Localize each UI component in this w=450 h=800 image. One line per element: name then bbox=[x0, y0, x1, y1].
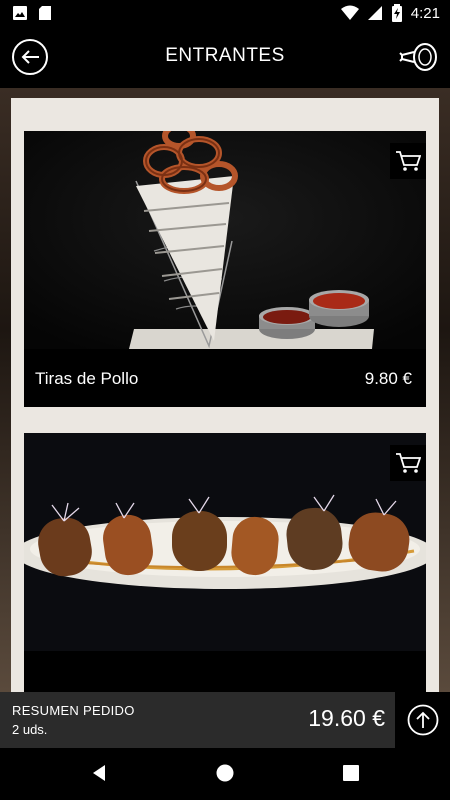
home-circle-icon[interactable] bbox=[216, 764, 234, 782]
product-name: Tiras de Pollo bbox=[35, 369, 139, 388]
system-nav-bar bbox=[0, 748, 450, 800]
product-caption bbox=[24, 651, 426, 692]
order-units: 2 uds. bbox=[12, 722, 48, 737]
shopping-cart-icon bbox=[396, 453, 421, 473]
add-to-cart-button[interactable] bbox=[390, 143, 426, 179]
expand-summary-button[interactable] bbox=[395, 692, 450, 748]
ham-leg-icon bbox=[399, 43, 437, 71]
product-list-area[interactable]: Tiras de Pollo 9.80 € bbox=[0, 88, 450, 692]
sd-card-icon bbox=[39, 6, 51, 20]
product-price: 9.80 € bbox=[364, 369, 412, 388]
recents-square-icon[interactable] bbox=[342, 764, 360, 782]
product-caption: Tiras de Pollo 9.80 € bbox=[24, 349, 426, 407]
back-triangle-icon[interactable] bbox=[90, 764, 108, 782]
image-notification-icon bbox=[13, 6, 27, 20]
croquettes-platter-photo bbox=[24, 433, 426, 651]
add-to-cart-button[interactable] bbox=[390, 445, 426, 481]
onion-rings-cone-photo bbox=[24, 131, 426, 349]
arrow-up-circle-icon bbox=[407, 704, 438, 736]
product-card[interactable] bbox=[24, 433, 426, 692]
product-card[interactable]: Tiras de Pollo 9.80 € bbox=[24, 131, 426, 407]
battery-icon bbox=[391, 4, 402, 22]
shopping-cart-icon bbox=[396, 151, 421, 171]
product-panel: Tiras de Pollo 9.80 € bbox=[11, 98, 439, 692]
page-title: ENTRANTES bbox=[165, 45, 285, 66]
status-time: 4:21 bbox=[410, 4, 440, 22]
order-summary-bar[interactable]: RESUMEN PEDIDO 2 uds. 19.60 € bbox=[0, 692, 450, 748]
order-total: 19.60 € bbox=[308, 705, 385, 731]
ham-menu-button[interactable] bbox=[398, 41, 440, 73]
signal-icon bbox=[367, 6, 382, 20]
status-bar: 4:21 bbox=[0, 0, 450, 26]
order-summary-label: RESUMEN PEDIDO bbox=[12, 703, 135, 718]
wifi-icon bbox=[340, 5, 359, 20]
app-bar: ENTRANTES bbox=[0, 26, 450, 88]
